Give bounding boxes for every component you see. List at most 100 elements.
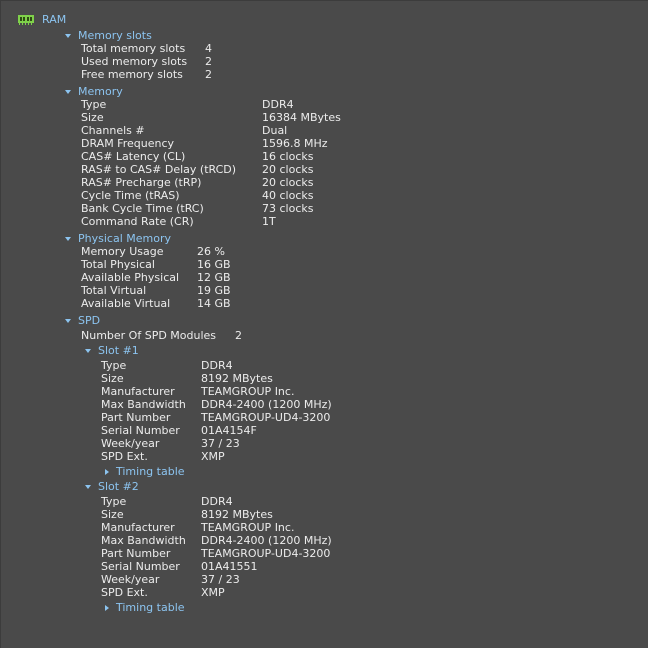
spd-title: SPD [78,314,101,327]
chevron-down-icon [85,485,91,489]
row-label: Bank Cycle Time (tRC) [81,202,204,215]
memory-slots-header[interactable]: Memory slots [65,29,212,42]
info-row: Memory Usage 26 % [81,245,231,258]
row-value: 20 clocks [262,163,314,176]
ram-info-panel: RAM Memory slots Total memory slots 4 Used… [0,0,648,648]
ram-root-node[interactable]: RAM [17,13,66,26]
info-row: Available Physical 12 GB [81,271,231,284]
row-label: Cycle Time (tRAS) [81,189,180,202]
info-row: DRAM Frequency 1596.8 MHz [81,137,341,150]
spd-modules-row: Number Of SPD Modules 2 [81,329,332,342]
info-row: Size 16384 MBytes [81,111,341,124]
timing-table-node[interactable]: Timing table [105,601,332,614]
info-row: Used memory slots 2 [81,55,212,68]
info-row: Manufacturer TEAMGROUP Inc. [101,521,332,534]
info-row: Channels # Dual [81,124,341,137]
info-row: Bank Cycle Time (tRC) 73 clocks [81,202,341,215]
info-row: Week/year 37 / 23 [101,437,332,450]
row-value: 26 % [197,245,225,258]
info-row: Type DDR4 [81,98,341,111]
row-label: Serial Number [101,560,180,573]
timing-table-label: Timing table [116,465,185,478]
row-label: Channels # [81,124,145,137]
row-value: 73 clocks [262,202,314,215]
memory-title: Memory [78,85,123,98]
spd-slot-title: Slot #1 [98,344,139,357]
info-row: Total Physical 16 GB [81,258,231,271]
physical-memory-title: Physical Memory [78,232,171,245]
chevron-right-icon [105,604,109,611]
physical-memory-rows: Memory Usage 26 % Total Physical 16 GB Avail… [81,245,231,310]
physical-memory-header[interactable]: Physical Memory [65,232,231,245]
info-row: Command Rate (CR) 1T [81,215,341,228]
info-row: Manufacturer TEAMGROUP Inc. [101,385,332,398]
spd-slot-rows: Type DDR4 Size 8192 MBytes Manufacturer TEAMG… [101,495,332,599]
spd-rows: Number Of SPD Modules 2 [81,329,332,342]
row-label: Size [81,111,104,124]
row-label: Memory Usage [81,245,164,258]
row-label: Week/year [101,437,160,450]
memory-slots-rows: Total memory slots 4 Used memory slots 2 Fre… [81,42,212,81]
row-label: Size [101,508,124,521]
row-value: 1596.8 MHz [262,137,328,150]
info-row: SPD Ext. XMP [101,586,332,599]
row-value: 2 [205,68,212,81]
spd-slot-header[interactable]: Slot #2 [85,480,332,493]
spd-header[interactable]: SPD [65,314,332,327]
memory-slots-title: Memory slots [78,29,152,42]
info-row: Size 8192 MBytes [101,372,332,385]
row-value: 40 clocks [262,189,314,202]
row-value: DDR4 [262,98,294,111]
info-row: Size 8192 MBytes [101,508,332,521]
row-label: RAS# Precharge (tRP) [81,176,202,189]
info-row: Serial Number 01A41551 [101,560,332,573]
row-value: DDR4 [201,495,233,508]
row-label: Max Bandwidth [101,398,186,411]
row-label: Manufacturer [101,385,175,398]
row-label: Available Physical [81,271,180,284]
row-label: Part Number [101,411,171,424]
row-value: 8192 MBytes [201,508,273,521]
chevron-down-icon [65,319,71,323]
row-label: Part Number [101,547,171,560]
memory-section: Memory Type DDR4 Size 16384 MBytes Channels … [65,85,341,228]
row-value: 2 [235,329,242,342]
row-value: 4 [205,42,212,55]
row-value: 1T [262,215,276,228]
spd-slot-header[interactable]: Slot #1 [85,344,332,357]
row-value: TEAMGROUP Inc. [201,385,295,398]
timing-table-label: Timing table [116,601,185,614]
row-value: 01A4154F [201,424,257,437]
row-label: Manufacturer [101,521,175,534]
row-value: 8192 MBytes [201,372,273,385]
row-label: SPD Ext. [101,450,148,463]
row-value: XMP [201,586,225,599]
row-value: 19 GB [197,284,231,297]
memory-slots-section: Memory slots Total memory slots 4 Used mem… [65,29,212,81]
row-label: Type [81,98,107,111]
row-label: Command Rate (CR) [81,215,194,228]
info-row: Week/year 37 / 23 [101,573,332,586]
info-row: Part Number TEAMGROUP-UD4-3200 [101,547,332,560]
row-value: 01A41551 [201,560,258,573]
row-label: Max Bandwidth [101,534,186,547]
spd-slot-title: Slot #2 [98,480,139,493]
info-row: Part Number TEAMGROUP-UD4-3200 [101,411,332,424]
row-value: 2 [205,55,212,68]
memory-header[interactable]: Memory [65,85,341,98]
info-row: CAS# Latency (CL) 16 clocks [81,150,341,163]
row-label: CAS# Latency (CL) [81,150,186,163]
chevron-down-icon [65,90,71,94]
row-value: DDR4 [201,359,233,372]
spd-section: SPD Number Of SPD Modules 2 Slot #1 Type D… [65,314,332,614]
row-label: Type [101,495,127,508]
timing-table-node[interactable]: Timing table [105,465,332,478]
row-value: Dual [262,124,288,137]
row-value: TEAMGROUP Inc. [201,521,295,534]
info-row: Max Bandwidth DDR4-2400 (1200 MHz) [101,534,332,547]
row-value: TEAMGROUP-UD4-3200 [201,411,331,424]
row-label: Type [101,359,127,372]
row-value: 16 GB [197,258,231,271]
ram-title: RAM [42,13,67,26]
row-label: Total Virtual [81,284,147,297]
